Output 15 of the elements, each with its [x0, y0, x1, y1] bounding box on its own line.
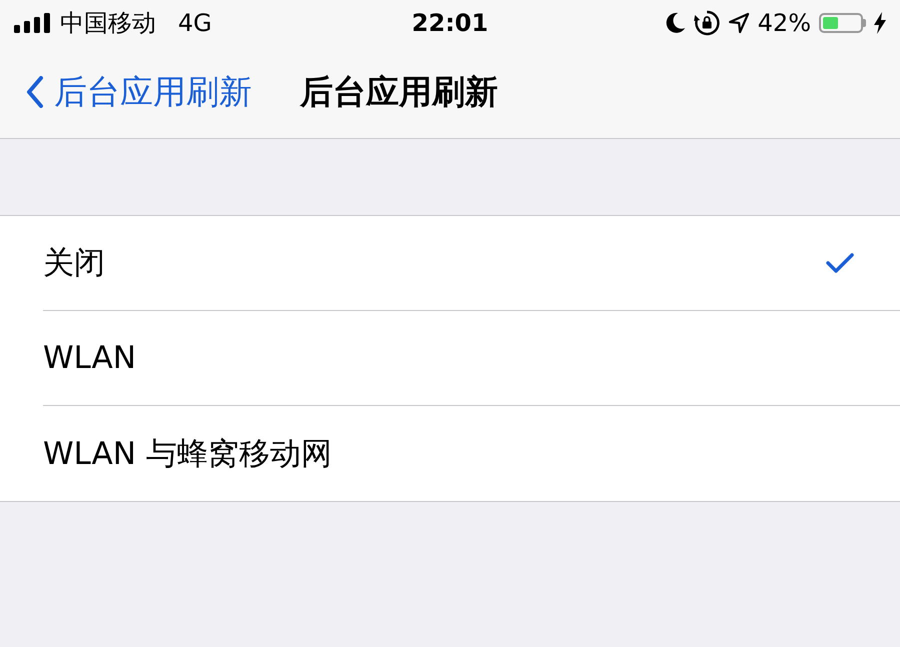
option-row[interactable]: 关闭 [43, 216, 900, 311]
rotation-lock-icon [694, 10, 720, 36]
carrier-name: 中国移动 [60, 8, 156, 39]
moon-icon [664, 11, 686, 35]
battery-icon [819, 13, 866, 33]
option-row[interactable]: WLAN [43, 311, 900, 406]
clock-time: 22:01 [412, 9, 488, 37]
network-type: 4G [178, 9, 212, 37]
back-button[interactable]: 后台应用刷新 [26, 70, 252, 114]
signal-icon [14, 13, 52, 33]
battery-percent: 42% [758, 9, 811, 37]
chevron-left-icon [26, 76, 44, 108]
location-icon [728, 12, 750, 34]
nav-title: 后台应用刷新 [300, 70, 498, 112]
option-row[interactable]: WLAN 与蜂窝移动网 [43, 406, 900, 501]
